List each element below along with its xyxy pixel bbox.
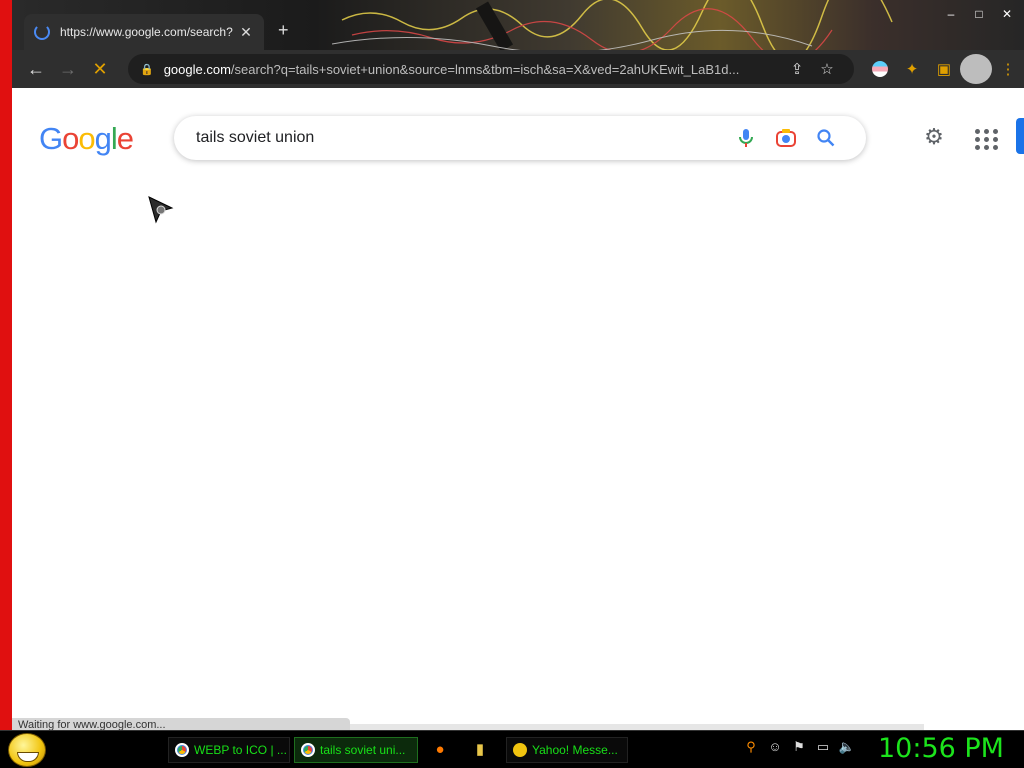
mouse-cursor-icon bbox=[148, 196, 174, 224]
taskbar-item-webp[interactable]: WEBP to ICO | ... bbox=[168, 737, 290, 763]
extensions-area: ✦ ▣ ⋮ bbox=[864, 54, 1024, 84]
close-window-button[interactable]: ✕ bbox=[996, 6, 1018, 22]
search-tray-icon[interactable]: ⚲ bbox=[742, 739, 760, 759]
chrome-icon bbox=[301, 743, 315, 757]
taskbar-item-label: Yahoo! Messe... bbox=[532, 743, 618, 757]
lens-camera-icon[interactable] bbox=[766, 123, 806, 153]
theme-artwork bbox=[332, 0, 893, 50]
puzzle-extensions-icon[interactable]: ✦ bbox=[896, 54, 928, 84]
network-icon[interactable]: ▭ bbox=[814, 739, 832, 759]
taskbar-item-yahoo[interactable]: Yahoo! Messe... bbox=[506, 737, 628, 763]
sign-in-button[interactable] bbox=[1016, 118, 1024, 154]
taskbar: WEBP to ICO | ... tails soviet uni... ● … bbox=[0, 730, 1024, 768]
taskbar-item-label: WEBP to ICO | ... bbox=[194, 743, 287, 757]
side-panel-icon[interactable]: ▣ bbox=[928, 54, 960, 84]
google-page: Google ⚙ Waiting for www.google.com... bbox=[12, 88, 1024, 730]
browser-tab-active[interactable]: https://www.google.com/search? ✕ bbox=[24, 14, 264, 50]
logo-letter: G bbox=[39, 121, 63, 156]
logo-letter: e bbox=[116, 121, 134, 156]
folder-icon[interactable]: ▮ bbox=[470, 739, 490, 759]
close-tab-icon[interactable]: ✕ bbox=[238, 24, 254, 41]
menu-kebab-icon[interactable]: ⋮ bbox=[992, 54, 1024, 84]
profile-avatar-icon[interactable] bbox=[960, 54, 992, 84]
share-icon[interactable]: ⇪ bbox=[782, 60, 812, 78]
flag-extension-icon[interactable] bbox=[864, 54, 896, 84]
settings-gear-icon[interactable]: ⚙ bbox=[920, 124, 948, 152]
minimize-button[interactable]: – bbox=[940, 6, 962, 22]
taskbar-item-google[interactable]: tails soviet uni... bbox=[294, 737, 418, 763]
google-apps-icon[interactable] bbox=[970, 124, 998, 152]
address-bar[interactable]: 🔒 google.com/search?q=tails+soviet+union… bbox=[128, 54, 854, 84]
volume-icon[interactable]: 🔈 bbox=[838, 739, 856, 759]
status-bar: Waiting for www.google.com... bbox=[12, 718, 350, 730]
lock-icon[interactable]: 🔒 bbox=[140, 63, 154, 76]
search-input[interactable] bbox=[194, 128, 726, 148]
forward-button[interactable]: → bbox=[52, 53, 84, 85]
messenger-tray-icon[interactable]: ☺ bbox=[766, 739, 784, 759]
url-text[interactable]: google.com/search?q=tails+soviet+union&s… bbox=[164, 62, 782, 77]
system-tray: ⚲ ☺ ⚑ ▭ 🔈 bbox=[742, 739, 856, 759]
stop-loading-button[interactable]: ✕ bbox=[84, 53, 116, 85]
logo-letter: o bbox=[78, 121, 95, 156]
bookmark-star-icon[interactable]: ☆ bbox=[812, 60, 842, 78]
chrome-icon bbox=[175, 743, 189, 757]
title-bar: https://www.google.com/search? ✕ + – □ ✕ bbox=[12, 0, 1024, 50]
browser-window: https://www.google.com/search? ✕ + – □ ✕… bbox=[12, 0, 1024, 730]
logo-letter: g bbox=[94, 121, 112, 156]
google-logo[interactable]: Google bbox=[39, 121, 134, 157]
search-icon[interactable] bbox=[806, 123, 846, 153]
url-host: google.com bbox=[163, 61, 231, 77]
action-center-flag-icon[interactable]: ⚑ bbox=[790, 739, 808, 759]
browser-toolbar: ← → ✕ 🔒 google.com/search?q=tails+soviet… bbox=[12, 50, 1024, 88]
logo-letter: o bbox=[62, 121, 79, 156]
taskbar-clock[interactable]: 10:56 PM bbox=[878, 733, 1004, 764]
window-controls: – □ ✕ bbox=[940, 6, 1018, 22]
start-button[interactable] bbox=[8, 733, 46, 767]
microphone-icon[interactable] bbox=[726, 123, 766, 153]
loading-spinner-icon bbox=[34, 24, 50, 40]
yahoo-smiley-icon bbox=[513, 743, 527, 757]
desktop-background bbox=[0, 0, 12, 730]
new-tab-button[interactable]: + bbox=[278, 20, 289, 41]
search-box[interactable] bbox=[174, 116, 866, 160]
firefox-icon[interactable]: ● bbox=[430, 739, 450, 759]
url-path: /search?q=tails+soviet+union&source=lnms… bbox=[230, 61, 740, 77]
taskbar-item-label: tails soviet uni... bbox=[320, 743, 406, 757]
tab-title: https://www.google.com/search? bbox=[60, 25, 233, 39]
maximize-button[interactable]: □ bbox=[968, 6, 990, 22]
back-button[interactable]: ← bbox=[20, 53, 52, 85]
